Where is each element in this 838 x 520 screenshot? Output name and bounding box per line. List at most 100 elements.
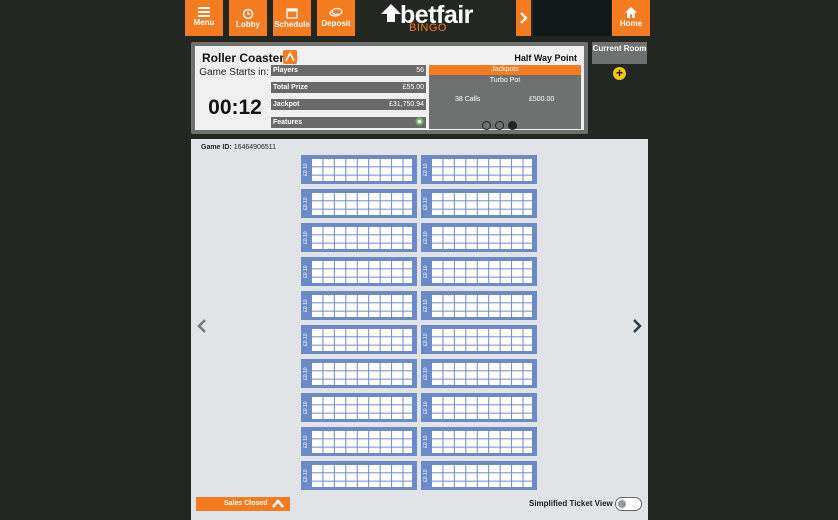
bingo-ticket[interactable]: £0.10 [301,257,417,286]
bingo-ticket[interactable]: £0.10 [421,257,537,286]
game-id: Game ID: 16464906511 [201,144,276,151]
alarm-clock-icon [242,8,254,19]
features-row: Features [271,117,426,128]
toggle-knob [618,500,626,508]
game-id-label: Game ID: [201,144,232,151]
add-room-button[interactable]: + [613,67,626,80]
ticket-price: £0.10 [423,333,429,346]
chevron-left-icon [197,319,206,333]
total-prize-row: Total Prize £55.00 [271,82,426,93]
chevron-right-icon [633,319,642,333]
ticket-price: £0.10 [303,163,309,176]
carousel-dot-2[interactable] [495,121,504,130]
chevron-right-icon [520,12,528,24]
ticket-price: £0.10 [303,299,309,312]
ticket-number-grid [310,395,413,420]
deposit-label: Deposit [321,19,351,28]
ticket-price: £0.10 [303,197,309,210]
ticket-number-grid [430,361,533,386]
ticket-price: £0.10 [423,401,429,414]
room-name: Roller Coaster [202,51,285,65]
chevron-up-icon [272,499,284,508]
jackpots-header: Jackpots [429,65,581,75]
current-room-button[interactable]: Current Room [592,42,647,64]
sales-closed-button[interactable]: Sales Closed [196,497,290,511]
simplified-view-toggle[interactable] [615,497,642,511]
schedule-label: Schedule [274,20,310,29]
ticket-number-grid [310,225,413,250]
bingo-ticket[interactable]: £0.10 [301,223,417,252]
ticket-number-grid [310,259,413,284]
ticket-number-grid [310,191,413,216]
betfair-bingo-logo: betfair BINGO [378,0,498,38]
next-room-button[interactable] [516,0,531,36]
ticket-area: Game ID: 16464906511 £0.10 £0.10 £0.10 £0.1… [191,139,648,520]
carousel-dot-3[interactable] [508,121,517,130]
lobby-button[interactable]: Lobby [229,0,267,36]
players-label: Players [273,67,298,74]
jackpot-calls: 38 Calls [455,96,481,103]
jackpot-value: £31,750.94 [388,101,424,108]
jackpot-name: Turbo Pot [489,77,521,84]
game-info-panel: Roller Coaster Game Starts in: 00:12 Pla… [191,42,588,134]
ticket-number-grid [430,259,533,284]
ticket-price: £0.10 [423,367,429,380]
bingo-ticket[interactable]: £0.10 [421,189,537,218]
deposit-button[interactable]: Deposit [317,0,355,36]
bingo-ticket[interactable]: £0.10 [301,359,417,388]
bingo-ticket[interactable]: £0.10 [421,325,537,354]
game-info-body: Roller Coaster Game Starts in: 00:12 Pla… [195,46,584,130]
dark-panel [533,0,611,36]
bingo-ticket[interactable]: £0.10 [421,223,537,252]
menu-button[interactable]: Menu [185,0,223,36]
ticket-price: £0.10 [423,469,429,482]
carousel-dot-1[interactable] [482,121,491,130]
jackpot-row: Jackpot £31,750.94 [271,99,426,110]
bingo-ticket[interactable]: £0.10 [301,291,417,320]
ticket-price: £0.10 [303,367,309,380]
simplified-view-label: Simplified Ticket View [529,499,613,508]
jackpots-carousel: Jackpots Turbo Pot 38 Calls £500.00 [429,65,581,130]
countdown-timer: 00:12 [208,96,262,119]
ticket-number-grid [430,463,533,488]
next-tickets-button[interactable] [632,317,642,340]
ticket-price: £0.10 [303,333,309,346]
ticket-number-grid [430,157,533,182]
ticket-price: £0.10 [423,435,429,448]
players-row: Players 56 [271,65,426,76]
bingo-ticket[interactable]: £0.10 [421,291,537,320]
ticket-price: £0.10 [423,163,429,176]
half-way-point: Half Way Point [514,53,577,63]
ticket-number-grid [310,293,413,318]
menu-icon [198,7,210,17]
bingo-ticket[interactable]: £0.10 [301,427,417,456]
bingo-ticket[interactable]: £0.10 [421,155,537,184]
jackpot-amount: £500.00 [529,96,555,103]
bingo-ticket[interactable]: £0.10 [301,461,417,490]
ticket-number-grid [430,293,533,318]
home-icon [625,7,637,18]
ticket-price: £0.10 [303,231,309,244]
ticket-price: £0.10 [423,265,429,278]
game-id-value: 16464906511 [233,144,276,151]
schedule-button[interactable]: Schedule [273,0,311,36]
bingo-ticket[interactable]: £0.10 [301,393,417,422]
ticket-price: £0.10 [303,401,309,414]
bingo-ticket[interactable]: £0.10 [301,189,417,218]
ticket-number-grid [310,463,413,488]
bingo-ticket[interactable]: £0.10 [421,393,537,422]
betfair-arrow-icon [381,4,401,22]
previous-tickets-button[interactable] [197,317,207,340]
features-label: Features [273,119,303,126]
bingo-ticket[interactable]: £0.10 [301,155,417,184]
home-button[interactable]: Home [612,0,650,36]
bingo-ticket[interactable]: £0.10 [421,461,537,490]
jackpot-label: Jackpot [273,101,300,108]
bingo-ticket[interactable]: £0.10 [301,325,417,354]
ticket-price: £0.10 [423,299,429,312]
total-prize-label: Total Prize [273,84,308,91]
ticket-price: £0.10 [423,231,429,244]
bingo-ticket[interactable]: £0.10 [421,359,537,388]
ticket-price: £0.10 [303,435,309,448]
bingo-ticket[interactable]: £0.10 [421,427,537,456]
